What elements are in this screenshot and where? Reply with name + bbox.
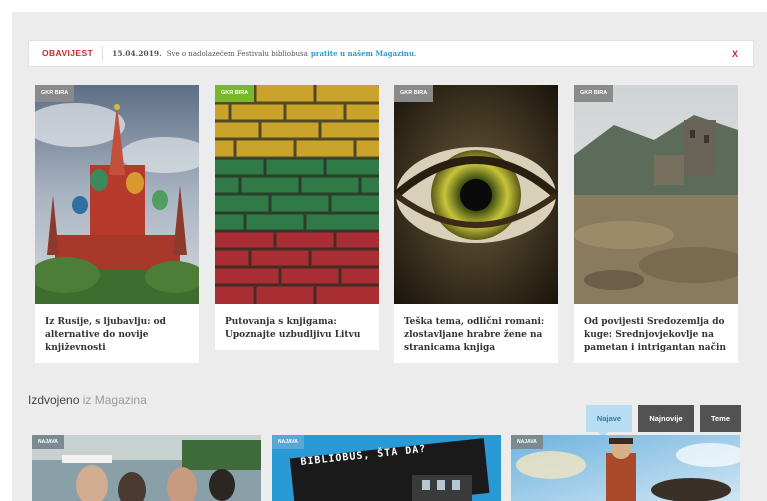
card-image-cathedral[interactable]: GKR BIRA — [35, 85, 199, 304]
notice-label: OBAVIJEST — [29, 46, 104, 61]
tab-teme[interactable]: Teme — [700, 405, 741, 432]
notice-text: Sve o nadolazećem Festivalu bibliobusa — [166, 49, 308, 58]
card-badge: GKR BIRA — [215, 85, 255, 102]
article-card-lithuania[interactable]: GKR BIRA Putovanja s knjigama: Upoznajte… — [215, 85, 379, 350]
card-title[interactable]: Teška tema, odlični romani: zlostavljane… — [394, 304, 558, 363]
card-badge: GKR BIRA — [574, 85, 614, 102]
section-title-main: Izdvojeno — [28, 393, 80, 407]
magazine-image-poster — [272, 435, 501, 501]
section-title-muted: iz Magazina — [79, 393, 147, 407]
magazine-badge: NAJAVA — [511, 435, 543, 449]
magazine-card-bibliobus[interactable]: NAJAVA BIBLIOBUS, ŠTA DA? — [272, 435, 501, 501]
notice-date: 15.04.2019. — [112, 49, 162, 58]
magazine-card-illustration[interactable]: NAJAVA — [511, 435, 740, 501]
magazine-badge: NAJAVA — [32, 435, 64, 449]
notice-bar: OBAVIJEST 15.04.2019. Sve o nadolazećem … — [28, 40, 754, 67]
page-background: OBAVIJEST 15.04.2019. Sve o nadolazećem … — [12, 12, 767, 501]
article-card-castle[interactable]: GKR BIRA Od povijesti Sredozemlja do kug… — [574, 85, 738, 363]
close-icon[interactable]: X — [727, 46, 743, 62]
notice-magazine-link[interactable]: pratite u našem Magazinu. — [311, 49, 417, 58]
card-image-flag-wall[interactable]: GKR BIRA — [215, 85, 379, 304]
tab-najave[interactable]: Najave — [586, 405, 632, 437]
card-badge: GKR BIRA — [35, 85, 75, 102]
magazine-image-illustration — [511, 435, 740, 501]
card-badge: GKR BIRA — [394, 85, 434, 102]
tab-najnovije[interactable]: Najnovije — [638, 405, 694, 432]
article-card-russia[interactable]: GKR BIRA Iz Rusije, s ljubavlju: od alte… — [35, 85, 199, 363]
card-title[interactable]: Putovanja s knjigama: Upoznajte uzbudlji… — [215, 304, 379, 350]
article-card-eye[interactable]: GKR BIRA Teška tema, odlični romani: zlo… — [394, 85, 558, 363]
magazine-badge: NAJAVA — [272, 435, 304, 449]
card-image-eye[interactable]: GKR BIRA — [394, 85, 558, 304]
card-title[interactable]: Iz Rusije, s ljubavlju: od alternative d… — [35, 304, 199, 363]
magazine-card-festival[interactable]: NAJAVA — [32, 435, 261, 501]
magazine-image-crowd — [32, 435, 261, 501]
card-title[interactable]: Od povijesti Sredozemlja do kuge: Srednj… — [574, 304, 738, 363]
section-title: Izdvojeno iz Magazina — [28, 393, 147, 407]
card-image-castle[interactable]: GKR BIRA — [574, 85, 738, 304]
